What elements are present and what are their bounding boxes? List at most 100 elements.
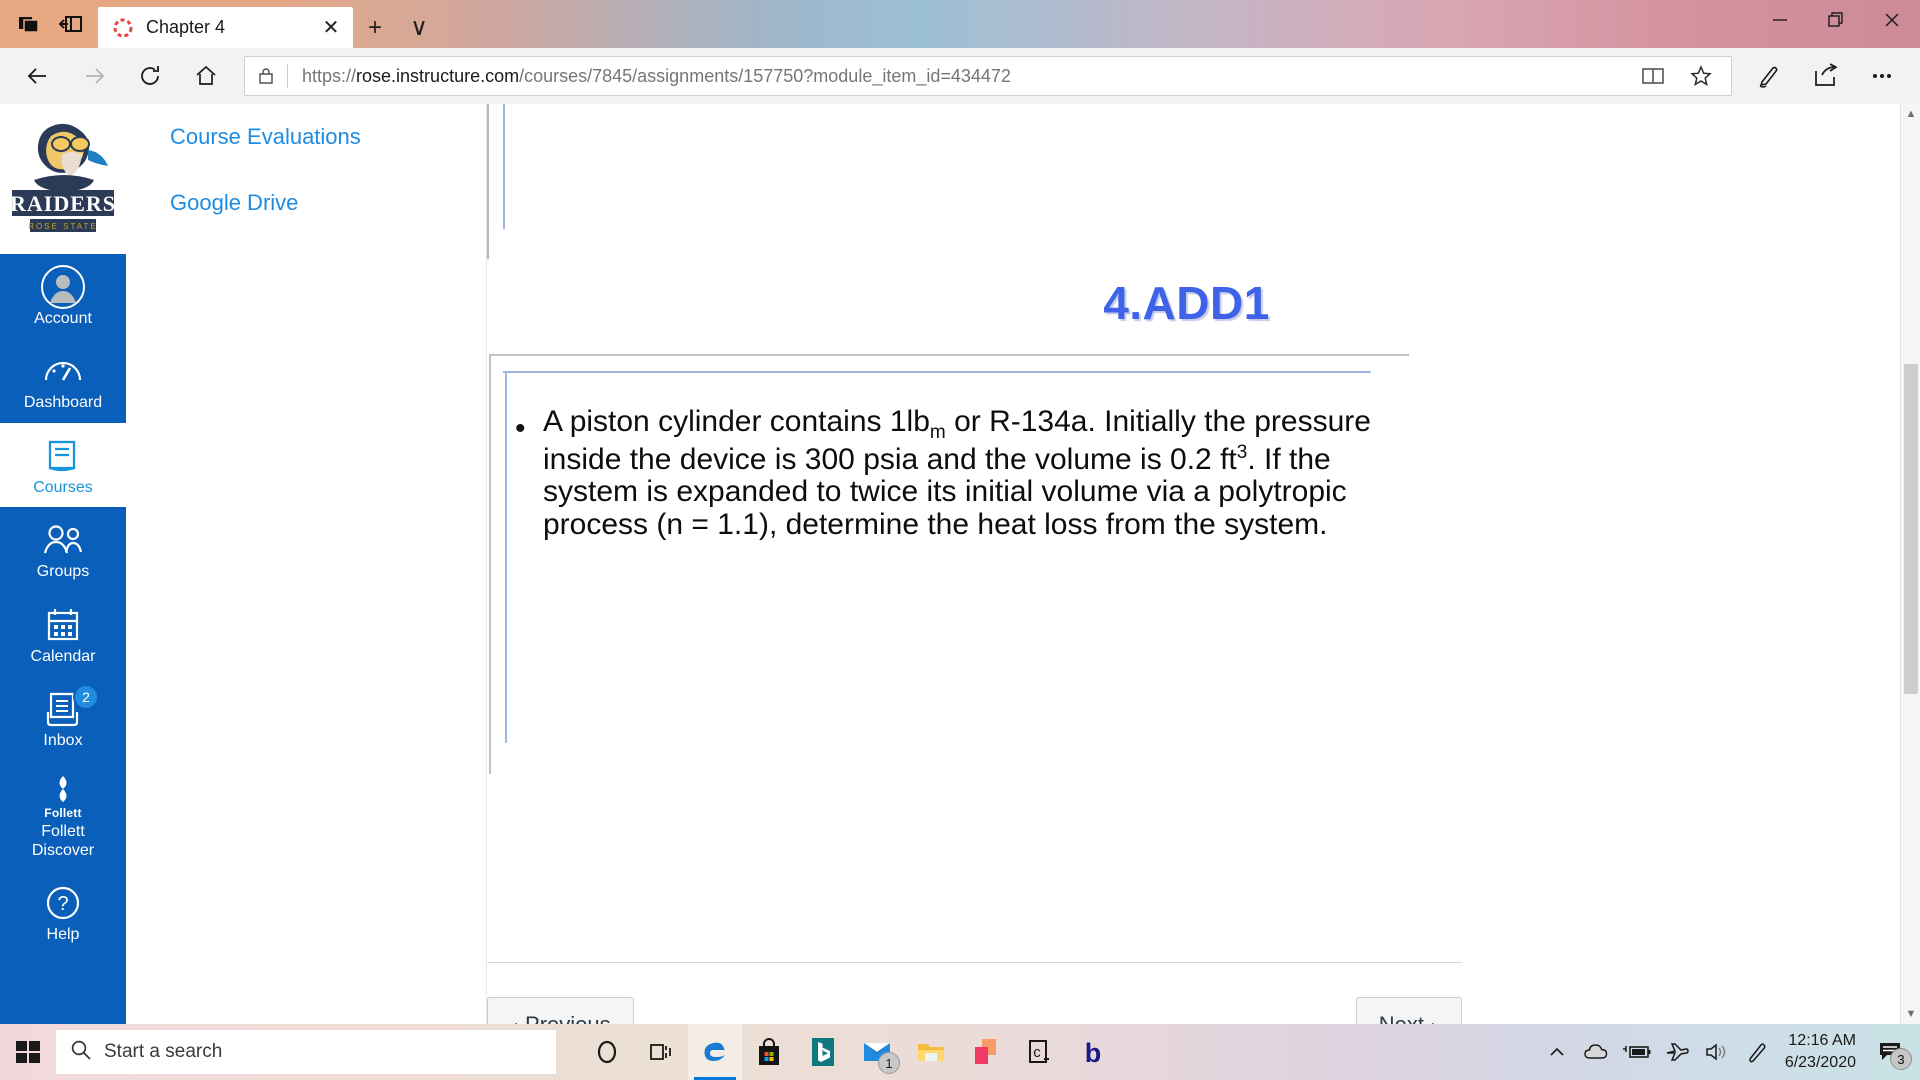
url-text[interactable]: https://rose.instructure.com/courses/784… xyxy=(288,66,1629,87)
b-app-icon[interactable]: b xyxy=(1066,1024,1120,1080)
minimize-button[interactable] xyxy=(1752,0,1808,40)
sidebar-item-groups[interactable]: Groups xyxy=(0,507,126,591)
next-button[interactable]: Next ▸ xyxy=(1355,997,1462,1024)
scroll-up-icon[interactable]: ▲ xyxy=(1901,104,1920,124)
chevron-down-icon[interactable]: ∨ xyxy=(397,7,441,48)
windows-taskbar: Start a search 1 c b 12:16 AM 6/23/2020 … xyxy=(0,1024,1920,1080)
battery-charging-icon[interactable] xyxy=(1617,1024,1657,1080)
terminal-icon[interactable]: c xyxy=(1012,1024,1066,1080)
magnifier-icon xyxy=(70,1039,92,1066)
taskbar-clock[interactable]: 12:16 AM 6/23/2020 xyxy=(1777,1030,1868,1073)
photos-icon[interactable] xyxy=(958,1024,1012,1080)
slide-top-border-inner xyxy=(503,371,1371,373)
forward-button[interactable] xyxy=(66,52,122,100)
volume-icon[interactable] xyxy=(1697,1024,1737,1080)
dashboard-gauge-icon xyxy=(43,350,83,392)
browser-tab[interactable]: Chapter 4 ✕ xyxy=(98,7,353,48)
close-button[interactable] xyxy=(1864,0,1920,40)
address-bar-actions xyxy=(1629,57,1731,95)
browser-nav-bar: https://rose.instructure.com/courses/784… xyxy=(0,48,1920,104)
lock-icon xyxy=(245,57,287,95)
sidebar-item-courses[interactable]: Courses xyxy=(0,422,126,508)
slide-body: • A piston cylinder contains 1lbm or R-1… xyxy=(489,354,1409,774)
action-center-icon[interactable]: 3 xyxy=(1868,1024,1914,1080)
mail-icon[interactable]: 1 xyxy=(850,1024,904,1080)
module-pager: ◂ Previous Next ▸ xyxy=(487,997,1462,1024)
tab-preview-icon[interactable] xyxy=(8,4,50,44)
sidebar-item-label: Dashboard xyxy=(23,394,103,412)
sidebar-item-label: Inbox xyxy=(43,731,83,749)
restore-button[interactable] xyxy=(1808,0,1864,40)
canvas-global-navigation: RAIDERS ROSE STATE Account Dashboard Cou… xyxy=(0,104,126,1024)
list-item: • A piston cylinder contains 1lbm or R-1… xyxy=(515,405,1395,541)
refresh-button[interactable] xyxy=(122,52,178,100)
share-icon[interactable] xyxy=(1798,52,1854,100)
sidebar-item-label: Help xyxy=(46,925,80,943)
window-controls xyxy=(1752,0,1920,40)
start-button[interactable] xyxy=(0,1024,56,1080)
task-view-icon[interactable] xyxy=(634,1024,688,1080)
ellipsis-icon[interactable] xyxy=(1854,52,1910,100)
svg-text:b: b xyxy=(1085,1038,1102,1067)
book-icon[interactable] xyxy=(1629,57,1677,95)
pen-workspace-icon[interactable] xyxy=(1737,1024,1777,1080)
bing-icon[interactable] xyxy=(796,1024,850,1080)
svg-text:RAIDERS: RAIDERS xyxy=(10,191,116,216)
sidebar-item-account[interactable]: Account xyxy=(0,254,126,338)
people-icon xyxy=(40,519,86,561)
close-icon[interactable]: ✕ xyxy=(317,14,345,42)
course-nav-link-google-drive[interactable]: Google Drive xyxy=(170,190,486,216)
search-input[interactable]: Start a search xyxy=(104,1041,222,1063)
address-bar[interactable]: https://rose.instructure.com/courses/784… xyxy=(244,56,1732,96)
home-button[interactable] xyxy=(178,52,234,100)
pen-icon[interactable] xyxy=(1742,52,1798,100)
institution-logo[interactable]: RAIDERS ROSE STATE xyxy=(0,104,126,254)
sidebar-item-follett-discover[interactable]: Follett Follett Discover xyxy=(0,760,126,870)
microsoft-store-icon[interactable] xyxy=(742,1024,796,1080)
airplane-mode-icon[interactable] xyxy=(1657,1024,1697,1080)
title-bar-left-controls xyxy=(0,0,92,48)
question-circle-icon: ? xyxy=(44,882,82,924)
url-host: rose.instructure.com xyxy=(356,65,520,86)
browser-title-bar: Chapter 4 ✕ + ∨ xyxy=(0,0,1920,48)
file-explorer-icon[interactable] xyxy=(904,1024,958,1080)
star-icon[interactable] xyxy=(1677,57,1725,95)
sidebar-item-help[interactable]: ? Help xyxy=(0,870,126,954)
page-title: 4.ADD1 xyxy=(1103,277,1270,329)
svg-text:ROSE STATE: ROSE STATE xyxy=(28,222,98,231)
course-nav-link-course-evaluations[interactable]: Course Evaluations xyxy=(170,124,486,150)
sidebar-item-inbox[interactable]: 2 Inbox xyxy=(0,676,126,760)
set-tabs-aside-icon[interactable] xyxy=(50,4,92,44)
scroll-down-icon[interactable]: ▼ xyxy=(1901,1004,1920,1024)
clock-date: 6/23/2020 xyxy=(1784,1054,1856,1071)
bullet-marker: • xyxy=(515,412,526,445)
inbox-badge: 2 xyxy=(73,683,99,710)
slide-outer-rule xyxy=(487,104,489,259)
previous-button[interactable]: ◂ Previous xyxy=(487,997,634,1024)
url-path: /courses/7845/assignments/157750?module_… xyxy=(519,65,1011,86)
new-tab-button[interactable]: + xyxy=(353,7,397,48)
follett-brand-text: Follett xyxy=(44,806,82,821)
taskbar-search[interactable]: Start a search xyxy=(56,1030,556,1074)
course-navigation: Course Evaluations Google Drive xyxy=(126,104,486,1024)
scrollbar-thumb[interactable] xyxy=(1904,364,1918,694)
slide-left-border xyxy=(489,354,491,774)
follett-diamond-icon xyxy=(50,772,76,806)
cortana-icon[interactable] xyxy=(580,1024,634,1080)
slide-left-border-inner xyxy=(505,371,507,743)
slide-top-border xyxy=(489,354,1409,356)
sidebar-item-label: Follett Discover xyxy=(31,823,95,859)
sidebar-item-calendar[interactable]: Calendar xyxy=(0,592,126,676)
user-avatar-icon xyxy=(40,265,86,309)
sidebar-item-dashboard[interactable]: Dashboard xyxy=(0,338,126,422)
edge-icon[interactable] xyxy=(688,1024,742,1080)
onedrive-icon[interactable] xyxy=(1577,1024,1617,1080)
loading-spinner-icon xyxy=(112,17,134,39)
show-hidden-icons-chevron-icon[interactable] xyxy=(1537,1024,1577,1080)
sidebar-item-label: Groups xyxy=(36,563,90,581)
taskbar-pinned-apps: 1 c b xyxy=(580,1024,1120,1080)
svg-text:c: c xyxy=(1033,1044,1041,1061)
back-button[interactable] xyxy=(10,52,66,100)
page-scrollbar[interactable]: ▲ ▼ xyxy=(1900,104,1920,1024)
clock-time: 12:16 AM xyxy=(1788,1032,1856,1050)
